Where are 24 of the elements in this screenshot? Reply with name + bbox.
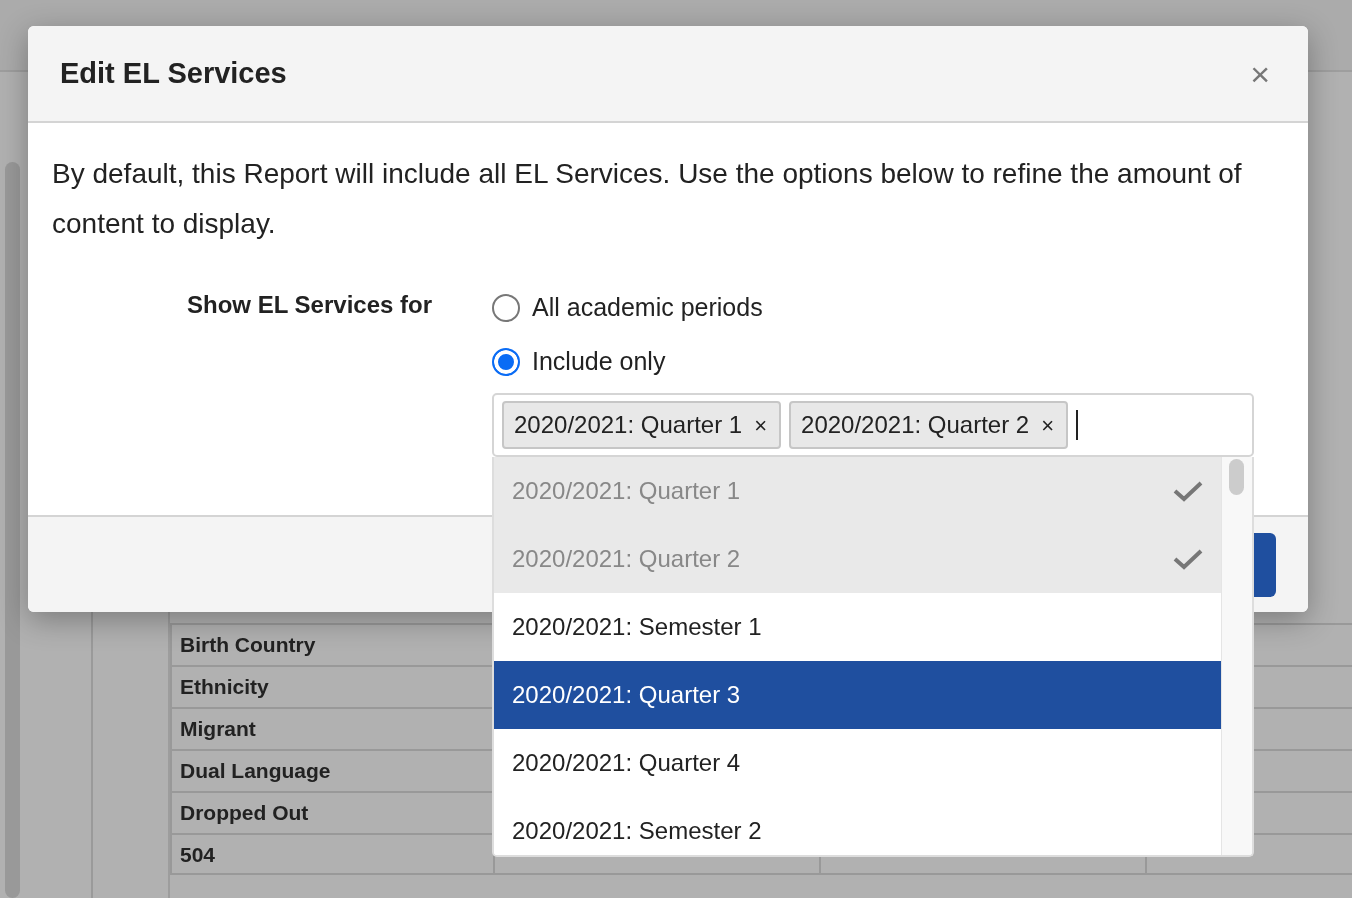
row-label: Dropped Out (180, 801, 309, 824)
radio-button[interactable] (492, 294, 520, 322)
remove-button[interactable]: × (1039, 408, 1057, 442)
row-label: 504 (180, 843, 216, 866)
radio-label[interactable]: Include only (532, 343, 666, 381)
dropdown-option[interactable]: 2020/2021: Quarter 3 (494, 661, 1221, 729)
text-cursor (1076, 410, 1079, 440)
scrollbar-thumb[interactable] (5, 162, 20, 898)
description-text: By default, this Report will include all EL Services. Use the options below to refine the amount of content to display. (52, 157, 1243, 241)
row-label: Migrant (180, 717, 256, 740)
radio-button[interactable] (492, 348, 520, 376)
close-button[interactable]: × (1244, 56, 1276, 91)
field-label: Show EL Services for (186, 290, 432, 320)
scrollbar-thumb[interactable] (1229, 459, 1244, 495)
row-label: Dual Language (180, 759, 331, 782)
check-icon (1173, 480, 1203, 502)
tag-label: 2020/2021: Quarter 1 (514, 410, 743, 440)
check-icon (1173, 548, 1203, 570)
radio-label[interactable]: All academic periods (532, 289, 763, 327)
row-label: Birth Country (180, 633, 316, 656)
dialog-title: Edit EL Services (60, 56, 287, 91)
row-label: Ethnicity (180, 675, 269, 698)
tag-label: 2020/2021: Quarter 2 (801, 410, 1030, 440)
remove-button[interactable]: × (752, 408, 770, 442)
